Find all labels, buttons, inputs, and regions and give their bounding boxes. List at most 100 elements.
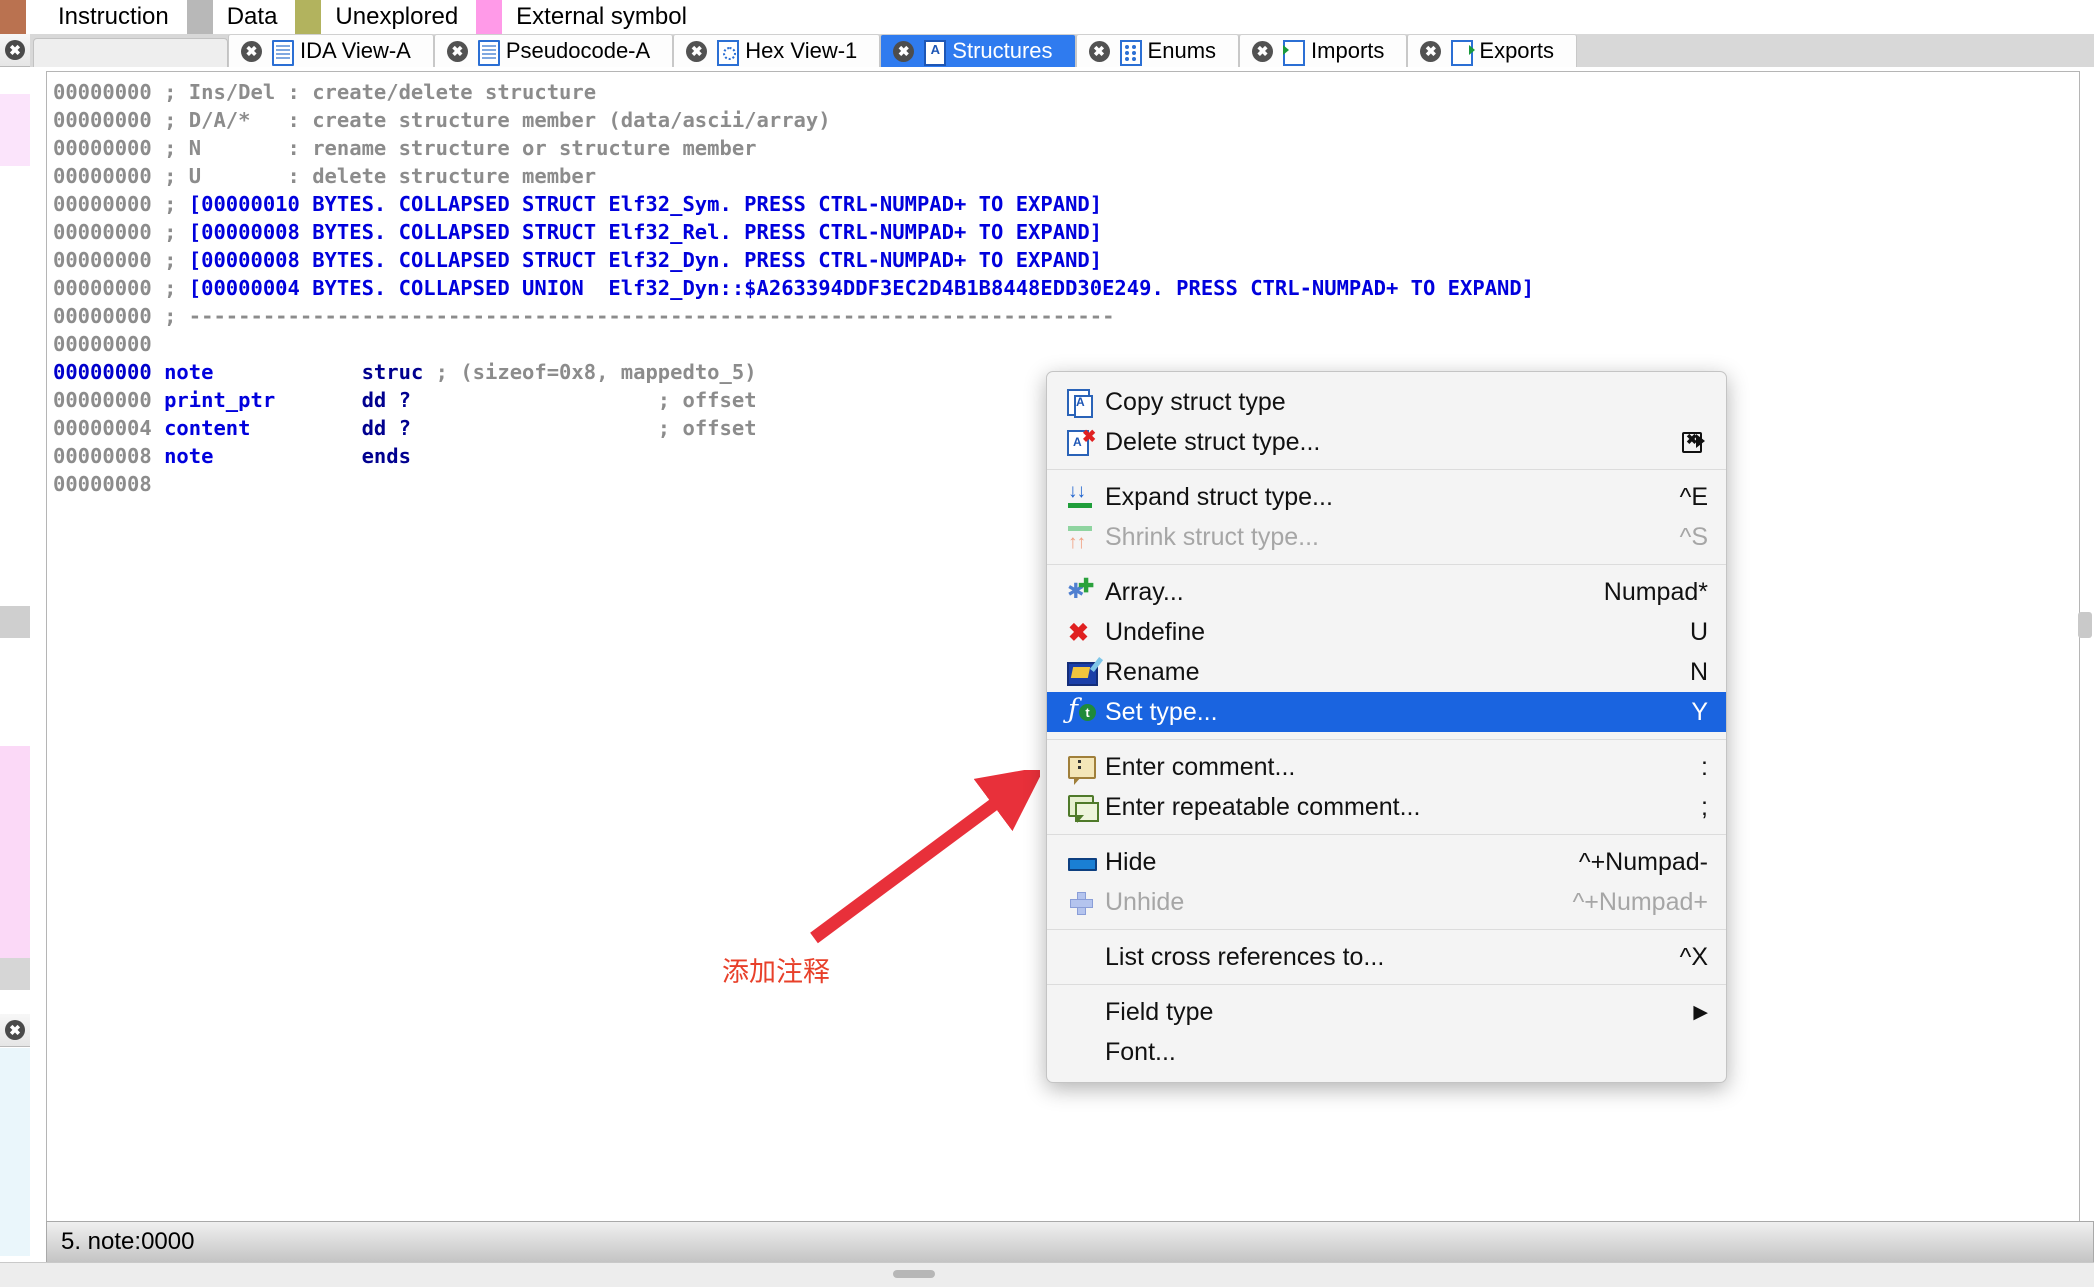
menu-item-array[interactable]: Array... Numpad* xyxy=(1047,572,1726,612)
enter-comment-icon xyxy=(1065,753,1099,785)
code-line[interactable]: 00000000 ; [00000010 BYTES. COLLAPSED ST… xyxy=(53,190,2079,218)
menu-item-delete-struct-type[interactable]: Delete struct type... ✖ xyxy=(1047,422,1726,462)
tab-label: Enums xyxy=(1147,38,1217,63)
enums-icon-glyph xyxy=(1119,40,1142,66)
menu-item-label: Undefine xyxy=(1105,617,1206,646)
close-icon[interactable]: ✖ xyxy=(893,40,915,62)
code-line[interactable]: 00000000 ; -----------------------------… xyxy=(53,302,2079,330)
rename-icon xyxy=(1065,658,1099,686)
tab-label: Pseudocode-A xyxy=(505,38,651,63)
code-line-address: 00000004 xyxy=(53,416,152,440)
code-segment: dd ? xyxy=(361,416,411,440)
menu-item-label: Delete struct type... xyxy=(1105,427,1321,456)
code-line[interactable]: 00000000 ; U : delete structure member xyxy=(53,162,2079,190)
menu-item-shortcut: : xyxy=(1701,752,1708,781)
code-line[interactable]: 00000000 ; [00000004 BYTES. COLLAPSED UN… xyxy=(53,274,2079,302)
code-line[interactable]: 00000000 xyxy=(53,330,2079,358)
enter-repeatable-comment-icon-glyph xyxy=(1068,795,1099,823)
code-line[interactable]: 00000000 ; D/A/* : create structure memb… xyxy=(53,106,2079,134)
shrink-struct-icon xyxy=(1065,523,1099,554)
legend-label-unexplored: Unexplored xyxy=(335,3,459,30)
code-line[interactable]: 00000000 ; [00000008 BYTES. COLLAPSED ST… xyxy=(53,218,2079,246)
code-segment: [00000010 BYTES. COLLAPSED STRUCT Elf32_… xyxy=(188,192,1103,216)
code-segment: ; N : rename structure or structure memb… xyxy=(151,136,757,160)
menu-item-unhide: Unhide ^+Numpad+ xyxy=(1047,882,1726,922)
code-segment: ; (sizeof=0x8, mappedto_5) xyxy=(423,360,757,384)
menu-item-shortcut: ; xyxy=(1701,792,1708,821)
close-icon[interactable]: ✖ xyxy=(1252,40,1274,62)
close-icon[interactable]: ✖ xyxy=(5,1020,25,1040)
menu-separator xyxy=(1047,834,1726,835)
menu-item-undefine[interactable]: Undefine U xyxy=(1047,612,1726,652)
close-icon[interactable]: ✖ xyxy=(686,40,708,62)
menu-item-font[interactable]: Font... xyxy=(1047,1032,1726,1072)
menu-group-6: Field type ▶ Font... xyxy=(1047,989,1726,1075)
menu-item-shortcut: N xyxy=(1689,657,1708,686)
left-rail: ✖ ✖ xyxy=(0,34,30,1256)
menu-item-hide[interactable]: Hide ^+Numpad- xyxy=(1047,842,1726,882)
menu-item-shortcut: ^+Numpad- xyxy=(1578,847,1708,876)
menu-item-enter-repeatable-comment[interactable]: Enter repeatable comment...; xyxy=(1047,787,1726,827)
code-segment: ; Ins/Del : create/delete structure xyxy=(151,80,597,104)
menu-item-shortcut: ^X xyxy=(1679,942,1708,971)
menu-item-enter-comment[interactable]: Enter comment...: xyxy=(1047,747,1726,787)
tab-structures[interactable]: ✖ Structures xyxy=(880,34,1076,67)
code-segment: [00000008 BYTES. COLLAPSED STRUCT Elf32_… xyxy=(188,220,1103,244)
navigator-band-3 xyxy=(0,638,30,746)
navigator-band-6 xyxy=(0,1048,30,1256)
menu-item-label: Array... xyxy=(1105,577,1184,606)
close-icon[interactable]: ✖ xyxy=(446,40,468,62)
menu-item-field-type[interactable]: Field type ▶ xyxy=(1047,992,1726,1032)
status-bar-text: 5. note:0000 xyxy=(61,1228,195,1255)
navigator-legend: Instruction Data Unexplored External symbol xyxy=(0,0,2094,34)
code-line[interactable]: 00000000 ; Ins/Del : create/delete struc… xyxy=(53,78,2079,106)
legend-gap xyxy=(26,0,44,34)
tab-imports[interactable]: ✖ Imports xyxy=(1239,34,1408,67)
tab-ida-view-a[interactable]: ✖ IDA View-A xyxy=(228,34,434,67)
vertical-scrollbar-thumb[interactable] xyxy=(2078,612,2092,638)
menu-item-label: Copy struct type xyxy=(1105,387,1286,416)
code-segment: ; xyxy=(151,220,189,244)
menu-item-label: Shrink struct type... xyxy=(1105,522,1319,551)
structure-context-menu[interactable]: Copy struct type Delete struct type... ✖ Ex… xyxy=(1046,371,1727,1083)
code-line-address: 00000008 xyxy=(53,444,152,468)
imports-icon xyxy=(1281,39,1306,66)
menu-item-shortcut: Y xyxy=(1691,697,1708,726)
code-line[interactable]: 00000000 ; N : rename structure or struc… xyxy=(53,134,2079,162)
close-chip-top[interactable]: ✖ xyxy=(0,34,30,67)
code-line-address: 00000000 xyxy=(53,136,152,160)
close-icon[interactable]: ✖ xyxy=(5,40,25,60)
close-chip-bottom[interactable]: ✖ xyxy=(0,1014,30,1047)
shrink-struct-icon-glyph xyxy=(1068,525,1094,554)
bottom-scroll-strip[interactable] xyxy=(0,1262,2094,1287)
code-segment: note xyxy=(151,444,362,468)
tab-exports[interactable]: ✖ Exports xyxy=(1407,34,1577,67)
legend-swatch-2 xyxy=(295,0,322,34)
menu-item-set-type[interactable]: Set type... Y xyxy=(1047,692,1726,732)
menu-item-label: Set type... xyxy=(1105,697,1218,726)
tab-enums[interactable]: ✖ Enums xyxy=(1075,34,1240,67)
legend-swatch-1 xyxy=(186,0,213,34)
unhide-icon-glyph xyxy=(1069,891,1093,915)
code-segment: dd ? xyxy=(361,388,411,412)
imports-icon-glyph xyxy=(1283,40,1306,66)
menu-item-rename[interactable]: Rename N xyxy=(1047,652,1726,692)
view-tab-bar[interactable]: ✖ IDA View-A ✖ Pseudocode-A ✖ Hex View-1 ✖ Stru… xyxy=(30,34,2094,67)
code-line[interactable]: 00000000 ; [00000008 BYTES. COLLAPSED ST… xyxy=(53,246,2079,274)
close-icon[interactable]: ✖ xyxy=(241,40,262,62)
close-icon[interactable]: ✖ xyxy=(1420,40,1442,62)
legend-label-external-symbol: External symbol xyxy=(516,3,687,30)
menu-item-list-cross-references-to[interactable]: List cross references to... ^X xyxy=(1047,937,1726,977)
menu-item-copy-struct-type[interactable]: Copy struct type xyxy=(1047,382,1726,422)
code-line-address: 00000000 xyxy=(53,220,152,244)
tab-label: Exports xyxy=(1479,38,1554,63)
menu-item-expand-struct-type[interactable]: Expand struct type... ^E xyxy=(1047,477,1726,517)
tab-hex-view-1[interactable]: ✖ Hex View-1 xyxy=(673,34,881,67)
horizontal-scrollbar-thumb[interactable] xyxy=(893,1270,935,1278)
exports-icon-glyph xyxy=(1451,40,1476,66)
menu-item-shortcut: ^S xyxy=(1679,522,1708,551)
close-icon[interactable]: ✖ xyxy=(1088,40,1110,62)
tab-pseudocode-a[interactable]: ✖ Pseudocode-A xyxy=(433,34,674,67)
legend-swatch-leading xyxy=(0,0,26,34)
tag-delete-icon: ✖ xyxy=(1678,429,1708,455)
